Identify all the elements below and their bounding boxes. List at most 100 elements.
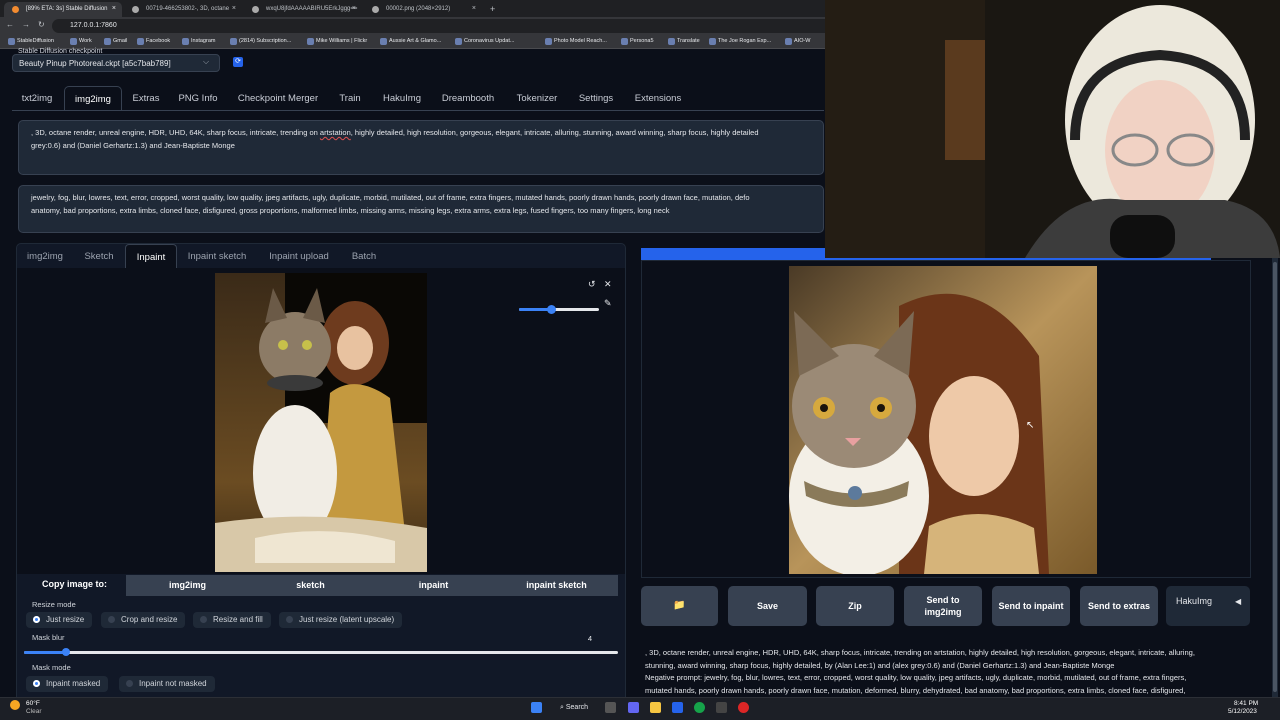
file-explorer-icon[interactable] xyxy=(650,702,661,713)
bookmark[interactable]: StableDiffusion xyxy=(8,38,54,45)
radio-inpaint-not-masked[interactable]: Inpaint not masked xyxy=(119,676,215,692)
tab-dreambooth[interactable]: Dreambooth xyxy=(436,86,500,110)
start-icon[interactable] xyxy=(531,702,542,713)
browser-tab[interactable]: [89% ETA: 3s] Stable Diffusion × xyxy=(4,2,122,17)
mask-blur-knob[interactable] xyxy=(62,648,70,656)
radio-inpaint-masked[interactable]: Inpaint masked xyxy=(26,676,109,692)
folder-icon: 📁 xyxy=(673,600,686,611)
tab-train[interactable]: Train xyxy=(334,86,366,110)
tab-inpaint-sketch[interactable]: Inpaint sketch xyxy=(182,244,252,268)
tab-inpaint-upload[interactable]: Inpaint upload xyxy=(262,244,336,268)
tab-tokenizer[interactable]: Tokenizer xyxy=(510,86,564,110)
tab-extras[interactable]: Extras xyxy=(126,86,166,110)
tab-hakuimg[interactable]: HakuImg xyxy=(376,86,428,110)
negative-prompt-text: anatomy, bad proportions, extra limbs, c… xyxy=(31,205,670,215)
tab-extensions[interactable]: Extensions xyxy=(628,86,688,110)
brush-size-knob[interactable] xyxy=(547,305,556,314)
bookmark[interactable]: Gmail xyxy=(104,38,127,45)
close-tab-icon[interactable]: × xyxy=(112,5,116,12)
mask-blur-value[interactable]: 4 xyxy=(570,634,610,646)
back-icon[interactable]: ← xyxy=(6,20,14,29)
bookmark[interactable]: Persona5 xyxy=(621,38,654,45)
prompt-text: , highly detailed, high resolution, gorg… xyxy=(350,128,759,137)
prompt-input[interactable]: , 3D, octane render, unreal engine, HDR,… xyxy=(18,120,824,175)
browser-tab-title: wxqU8jfdAAAAABIRU5ErkJggg== xyxy=(266,6,358,12)
radio-just-resize[interactable]: Just resize xyxy=(26,612,93,628)
obs-icon[interactable] xyxy=(738,702,749,713)
output-image[interactable] xyxy=(789,266,1097,574)
tab-png-info[interactable]: PNG Info xyxy=(172,86,224,110)
chrome-icon[interactable] xyxy=(694,702,705,713)
browser-tab[interactable]: wxqU8jfdAAAAABIRU5ErkJggg== × xyxy=(244,2,362,17)
send-to-inpaint-button[interactable]: Send to inpaint xyxy=(992,586,1070,626)
bookmark[interactable]: The Joe Rogan Exp... xyxy=(709,38,771,45)
bookmark[interactable]: AIO-W xyxy=(785,38,811,45)
browser-tab-title: [89% ETA: 3s] Stable Diffusion xyxy=(26,6,108,12)
brush-icon[interactable]: ✎ xyxy=(604,298,612,309)
close-tab-icon[interactable]: × xyxy=(352,5,356,12)
radio-just-resize-latent[interactable]: Just resize (latent upscale) xyxy=(279,612,403,628)
app-icon[interactable] xyxy=(672,702,683,713)
tab-txt2img[interactable]: txt2img xyxy=(14,86,60,110)
browser-tab[interactable]: 00719-466253802-, 3D, octane × xyxy=(124,2,242,17)
bookmark[interactable]: Translate xyxy=(668,38,700,45)
zip-button[interactable]: Zip xyxy=(816,586,894,626)
browser-tab[interactable]: 00002.png (2048×2912) × xyxy=(364,2,482,17)
hakuimg-select[interactable]: HakuImg xyxy=(1166,586,1250,626)
radio-crop-and-resize[interactable]: Crop and resize xyxy=(101,612,186,628)
tab-img2img[interactable]: img2img xyxy=(64,86,122,110)
copy-to-inpaint-button[interactable]: inpaint xyxy=(372,575,495,596)
divider xyxy=(12,110,824,111)
refresh-checkpoint-icon[interactable]: ⟳ xyxy=(233,57,243,67)
weather-status: Clear xyxy=(26,708,42,715)
terminal-icon[interactable] xyxy=(716,702,727,713)
bookmark[interactable]: Mike Williams | Flickr xyxy=(307,38,367,45)
tab-sketch[interactable]: Sketch xyxy=(78,244,120,268)
clear-icon[interactable]: ✕ xyxy=(604,279,612,290)
radio-resize-and-fill[interactable]: Resize and fill xyxy=(193,612,271,628)
taskbar-search[interactable]: ⌕ Search xyxy=(560,704,588,712)
bookmark[interactable]: Work xyxy=(70,38,92,45)
bookmark[interactable]: Instagram xyxy=(182,38,215,45)
send-to-img2img-button[interactable]: Send to img2img xyxy=(904,586,982,626)
prompt-text: artstation xyxy=(319,128,351,137)
send-to-extras-button[interactable]: Send to extras xyxy=(1080,586,1158,626)
teams-icon[interactable] xyxy=(628,702,639,713)
tab-checkpoint-merger[interactable]: Checkpoint Merger xyxy=(232,86,324,110)
close-tab-icon[interactable]: × xyxy=(232,5,236,12)
taskbar xyxy=(0,697,1280,720)
favicon-icon xyxy=(12,6,19,13)
save-button[interactable]: Save xyxy=(728,586,807,626)
generation-info: , 3D, octane render, unreal engine, HDR,… xyxy=(645,647,1251,697)
close-tab-icon[interactable]: × xyxy=(472,5,476,12)
generation-info-text: , 3D, octane render, unreal engine, HDR,… xyxy=(645,648,1195,657)
chevron-down-icon[interactable]: ⌵ xyxy=(203,57,209,67)
bookmark[interactable]: Aussie Art & Glamo... xyxy=(380,38,441,45)
forward-icon[interactable]: → xyxy=(22,20,30,29)
negative-prompt-text: jewelry, fog, blur, lowres, text, error,… xyxy=(31,193,750,202)
tab-img2img-sub[interactable]: img2img xyxy=(20,244,70,268)
tab-inpaint[interactable]: Inpaint xyxy=(125,244,177,268)
bookmark[interactable]: Facebook xyxy=(137,38,170,45)
inpaint-source-image[interactable] xyxy=(215,273,427,572)
copy-to-inpaint-sketch-button[interactable]: inpaint sketch xyxy=(495,575,618,596)
reload-icon[interactable]: ↻ xyxy=(38,20,45,29)
caret-left-icon[interactable]: ◀ xyxy=(1235,597,1241,606)
copy-image-label: Copy image to: xyxy=(42,579,108,589)
tab-settings[interactable]: Settings xyxy=(572,86,620,110)
checkpoint-select[interactable]: Beauty Pinup Photoreal.ckpt [a5c7bab789] xyxy=(12,54,220,72)
negative-prompt-input[interactable]: jewelry, fog, blur, lowres, text, error,… xyxy=(18,185,824,233)
url-field[interactable]: 127.0.0.1:7860 xyxy=(52,19,832,33)
task-view-icon[interactable] xyxy=(605,702,616,713)
scrollbar-thumb[interactable] xyxy=(1273,262,1277,692)
copy-to-sketch-button[interactable]: sketch xyxy=(249,575,372,596)
bookmark[interactable]: Photo Model Reach... xyxy=(545,38,607,45)
undo-icon[interactable]: ↺ xyxy=(588,279,596,290)
bookmark[interactable]: (2814) Subscription... xyxy=(230,38,291,45)
tab-batch[interactable]: Batch xyxy=(344,244,384,268)
open-folder-button[interactable]: 📁 xyxy=(641,586,718,626)
bookmark[interactable]: Coronavirus Updat... xyxy=(455,38,514,45)
copy-to-img2img-button[interactable]: img2img xyxy=(126,575,249,596)
mask-blur-slider[interactable] xyxy=(24,651,618,654)
new-tab-button[interactable]: + xyxy=(484,0,504,15)
